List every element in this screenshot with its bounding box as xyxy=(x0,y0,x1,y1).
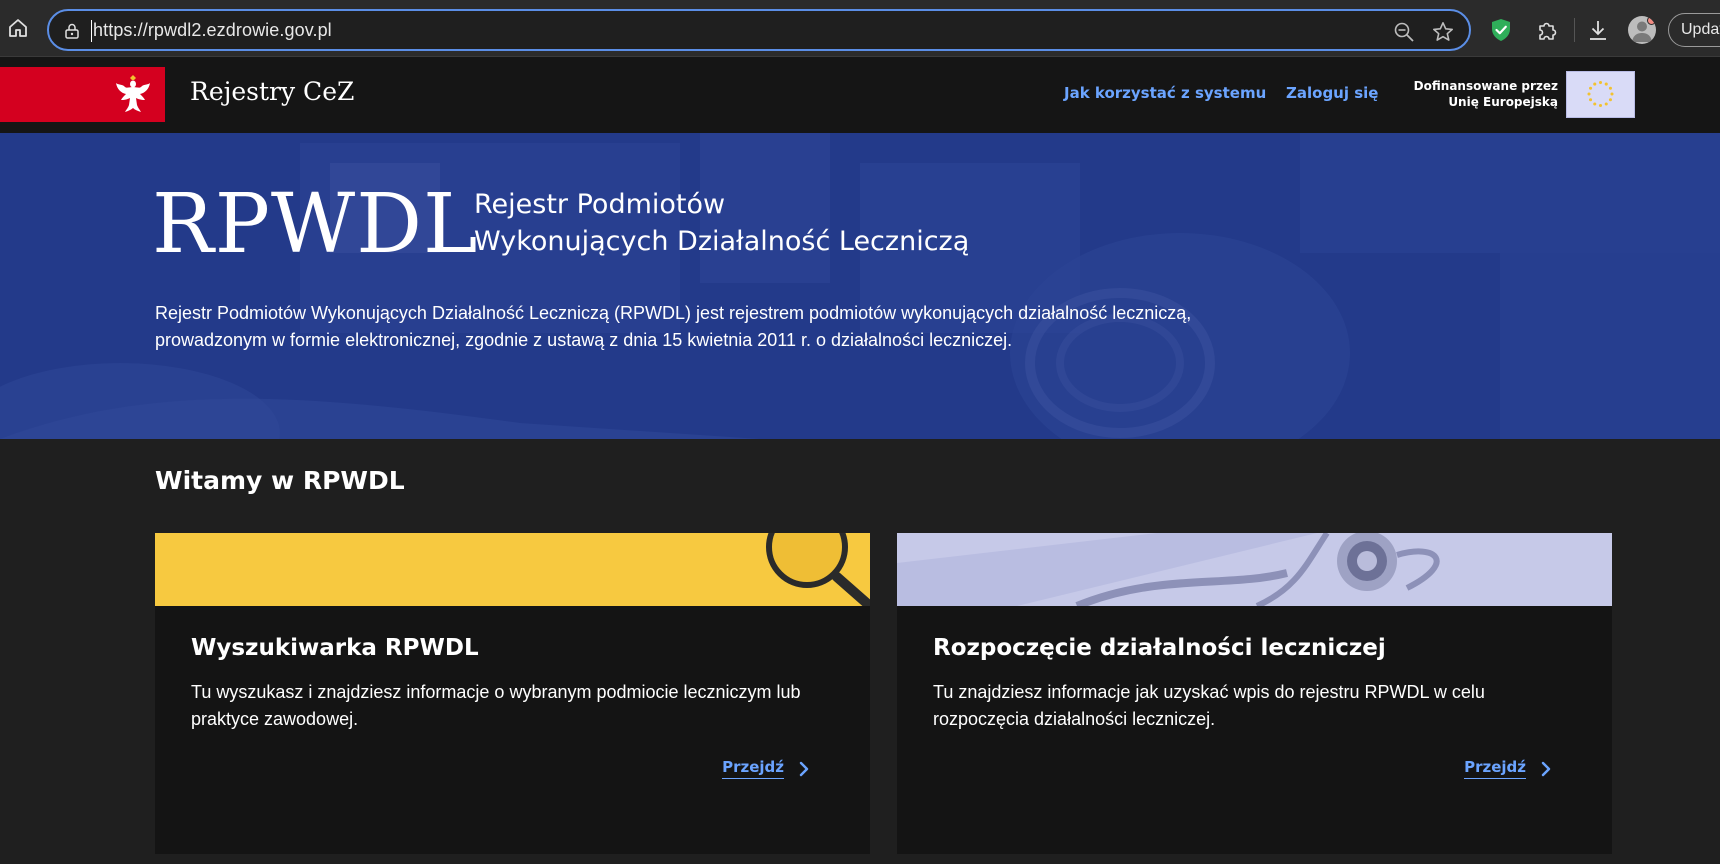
site-name[interactable]: Rejestry CeZ xyxy=(190,77,354,106)
card-banner-stethoscope xyxy=(897,533,1612,606)
chevron-right-icon[interactable] xyxy=(798,761,810,777)
card-description: Tu znajdziesz informacje jak uzyskać wpi… xyxy=(933,682,1485,729)
puzzle-icon[interactable] xyxy=(1535,18,1559,42)
go-link-start[interactable]: Przejdź xyxy=(1464,758,1552,779)
magnifier-icon xyxy=(766,533,870,606)
address-bar[interactable]: https://rpwdl2.ezdrowie.gov.pl xyxy=(47,9,1471,51)
eu-funding-text: Dofinansowane przez Unię Europejską xyxy=(1412,78,1558,110)
hero-banner: RPWDL Rejestr Podmiotów Wykonujących Dzi… xyxy=(0,133,1720,439)
toolbar-divider xyxy=(1574,18,1575,42)
chevron-right-icon[interactable] xyxy=(1540,761,1552,777)
eu-funding-line1: Dofinansowane przez xyxy=(1413,79,1558,93)
shield-extension-icon[interactable] xyxy=(1490,18,1512,42)
hero-acronym: RPWDL xyxy=(152,177,479,272)
stethoscope-icon xyxy=(897,533,1612,606)
hero-subtitle-line2: Wykonujących Działalność Leczniczą xyxy=(474,226,970,257)
site-header: Rejestry CeZ Jak korzystać z systemu Zal… xyxy=(0,57,1720,133)
browser-toolbar: https://rpwdl2.ezdrowie.gov.pl Updat xyxy=(0,0,1720,57)
star-icon[interactable] xyxy=(1431,20,1455,44)
nav-login[interactable]: Zaloguj się xyxy=(1286,84,1378,102)
go-link-label[interactable]: Przejdź xyxy=(722,758,784,779)
update-button[interactable]: Updat xyxy=(1668,13,1720,47)
card-start-activity[interactable]: Rozpoczęcie działalności leczniczej Tu z… xyxy=(897,533,1612,854)
card-title: Rozpoczęcie działalności leczniczej xyxy=(933,635,1386,661)
coat-of-arms-badge[interactable] xyxy=(0,67,165,122)
download-icon[interactable] xyxy=(1586,18,1610,42)
home-icon[interactable] xyxy=(6,16,30,40)
notification-dot xyxy=(1647,16,1656,25)
go-link-label[interactable]: Przejdź xyxy=(1464,758,1526,779)
card-description: Tu wyszukasz i znajdziesz informacje o w… xyxy=(191,682,801,729)
lock-icon[interactable] xyxy=(63,22,81,40)
profile-avatar[interactable] xyxy=(1628,16,1656,44)
white-eagle-icon xyxy=(116,75,150,112)
zoom-out-icon[interactable] xyxy=(1393,21,1415,43)
nav-how-to-use[interactable]: Jak korzystać z systemu xyxy=(1064,84,1266,102)
hero-subtitle-line1: Rejestr Podmiotów xyxy=(474,189,726,220)
url-text[interactable]: https://rpwdl2.ezdrowie.gov.pl xyxy=(91,20,332,42)
hero-description: Rejestr Podmiotów Wykonujących Działalno… xyxy=(155,303,1192,350)
card-title: Wyszukiwarka RPWDL xyxy=(191,635,479,661)
eu-flag-icon xyxy=(1566,71,1635,118)
card-banner-magnifier xyxy=(155,533,870,606)
card-search-rpwdl[interactable]: Wyszukiwarka RPWDL Tu wyszukasz i znajdz… xyxy=(155,533,870,854)
welcome-heading: Witamy w RPWDL xyxy=(155,466,405,495)
eu-funding-line2: Unię Europejską xyxy=(1448,95,1558,109)
go-link-search[interactable]: Przejdź xyxy=(722,758,810,779)
